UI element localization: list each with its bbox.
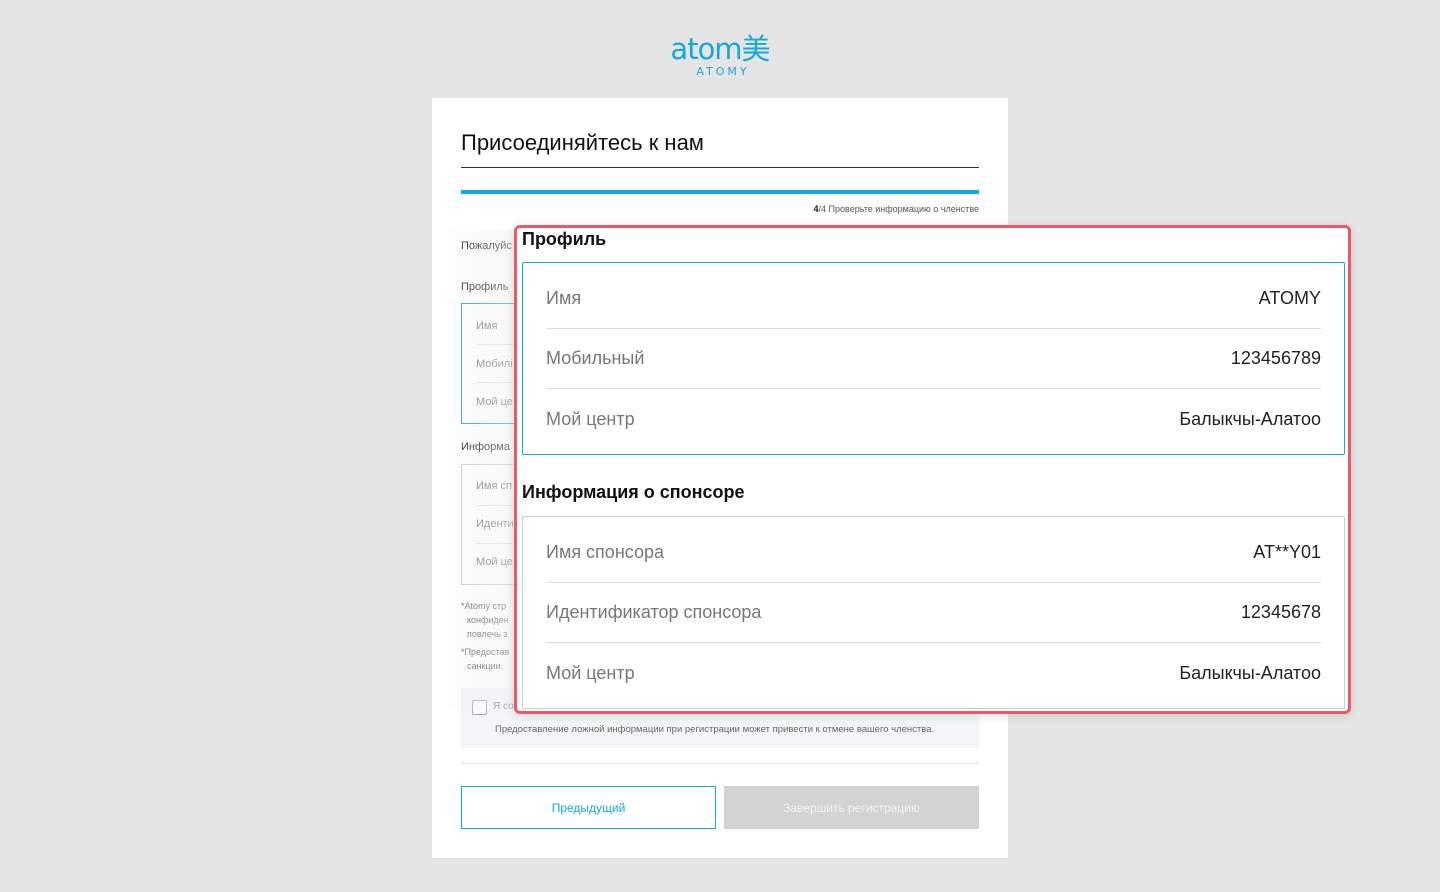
row-value: 12345678	[1240, 602, 1321, 622]
row-value: ATOMY	[1258, 288, 1321, 308]
row-label: Идентификатор спонсора	[546, 602, 762, 622]
zoom-profile-box: Имя ATOMY Мобильный 123456789 Мой центр …	[522, 262, 1345, 455]
sponsor-section-label: Информа	[461, 441, 510, 453]
step-indicator: 4/4 Проверьте информацию о членстве	[814, 204, 979, 214]
row-label: Мой центр	[546, 409, 635, 429]
zoom-callout: Профиль Имя ATOMY Мобильный 123456789 Мо…	[514, 225, 1351, 714]
progress-bar	[461, 190, 979, 194]
row-label: Имя	[546, 288, 582, 308]
mini-row-sponsor-center: Мой це	[476, 556, 513, 568]
agree-checkbox[interactable]	[472, 700, 487, 715]
row-label: Мой центр	[546, 663, 635, 683]
sponsor-row-center: Мой центр Балыкчы-Алатоо	[546, 641, 1321, 701]
title-divider	[461, 167, 979, 168]
profile-row-name: Имя ATOMY	[546, 266, 1321, 326]
buttons-divider	[461, 763, 979, 764]
page-title: Присоединяйтесь к нам	[461, 130, 704, 155]
previous-button[interactable]: Предыдущий	[461, 786, 716, 829]
mini-row-sponsor-id: Иденти	[476, 518, 514, 530]
agree-label[interactable]: Я со	[493, 701, 514, 712]
row-value: 123456789	[1230, 348, 1321, 368]
note-line: повлечь з	[467, 629, 508, 639]
row-value: AT**Y01	[1253, 542, 1321, 562]
profile-row-center: Мой центр Балыкчы-Алатоо	[546, 387, 1321, 447]
false-info-note: *Предостав санкции.	[461, 645, 509, 673]
note-line: *Atomy стр	[461, 601, 507, 611]
agree-warning-text: Предоставление ложной информации при рег…	[495, 724, 935, 735]
row-value: Балыкчы-Алатоо	[1179, 663, 1321, 683]
profile-row-mobile: Мобильный 123456789	[546, 326, 1321, 386]
note-line: *Предостав	[461, 647, 510, 657]
mini-row-center: Мой це	[476, 396, 513, 408]
sponsor-row-id: Идентификатор спонсора 12345678	[546, 580, 1321, 640]
row-label: Мобильный	[546, 348, 645, 368]
finish-registration-button[interactable]: Завершить регистрацию	[724, 786, 979, 829]
mini-row-name: Имя	[476, 320, 498, 332]
sponsor-row-name: Имя спонсора AT**Y01	[546, 520, 1321, 580]
privacy-note: *Atomy стр конфиден повлечь з	[461, 599, 509, 641]
note-line: санкции.	[467, 661, 504, 671]
zoom-profile-heading: Профиль	[522, 229, 607, 249]
row-value: Балыкчы-Алатоо	[1179, 409, 1321, 429]
intro-text: Пожалуйс	[461, 240, 512, 252]
mini-row-sponsor-name: Имя сп	[476, 480, 512, 492]
logo-wordmark: atom美	[670, 32, 770, 66]
logo-subtitle: ATOMY	[696, 65, 750, 78]
zoom-sponsor-box: Имя спонсора AT**Y01 Идентификатор спонс…	[522, 516, 1345, 709]
atomy-logo[interactable]: atom美 ATOMY	[0, 32, 1440, 78]
profile-section-label: Профиль	[461, 281, 509, 293]
row-label: Имя спонсора	[546, 542, 664, 562]
zoom-sponsor-heading: Информация о спонсоре	[522, 482, 745, 502]
mini-row-mobile: Мобилі	[476, 358, 513, 370]
note-line: конфиден	[467, 615, 509, 625]
step-description: /4 Проверьте информацию о членстве	[818, 204, 979, 214]
